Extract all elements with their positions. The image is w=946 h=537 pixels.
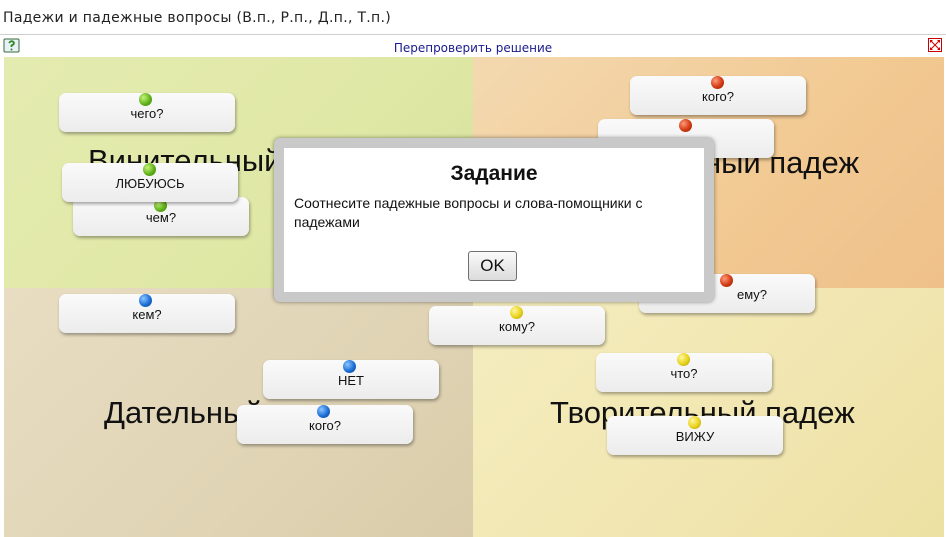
pin-icon (139, 93, 152, 106)
pin-icon (143, 163, 156, 176)
dialog-message: Соотнесите падежные вопросы и слова-помо… (294, 195, 643, 230)
ok-button[interactable]: OK (468, 251, 517, 281)
pin-icon (510, 306, 523, 319)
task-dialog-body: Задание Соотнесите падежные вопросы и сл… (284, 148, 704, 292)
toolbar: Перепроверить решение (0, 35, 946, 57)
pin-icon (139, 294, 152, 307)
pin-icon (688, 416, 701, 429)
pin-icon (343, 360, 356, 373)
pin-icon (317, 405, 330, 418)
title-bar: Падежи и падежные вопросы (В.п., Р.п., Д… (0, 0, 946, 35)
recheck-solution-link[interactable]: Перепроверить решение (0, 41, 946, 55)
task-dialog: Задание Соотнесите падежные вопросы и сл… (274, 138, 714, 302)
dialog-title: Задание (450, 162, 538, 185)
pin-icon (711, 76, 724, 89)
pin-icon (677, 353, 690, 366)
window-title: Падежи и падежные вопросы (В.п., Р.п., Д… (3, 10, 392, 26)
fullscreen-icon[interactable] (928, 38, 942, 52)
pin-icon (679, 119, 692, 132)
pin-icon (720, 274, 733, 287)
